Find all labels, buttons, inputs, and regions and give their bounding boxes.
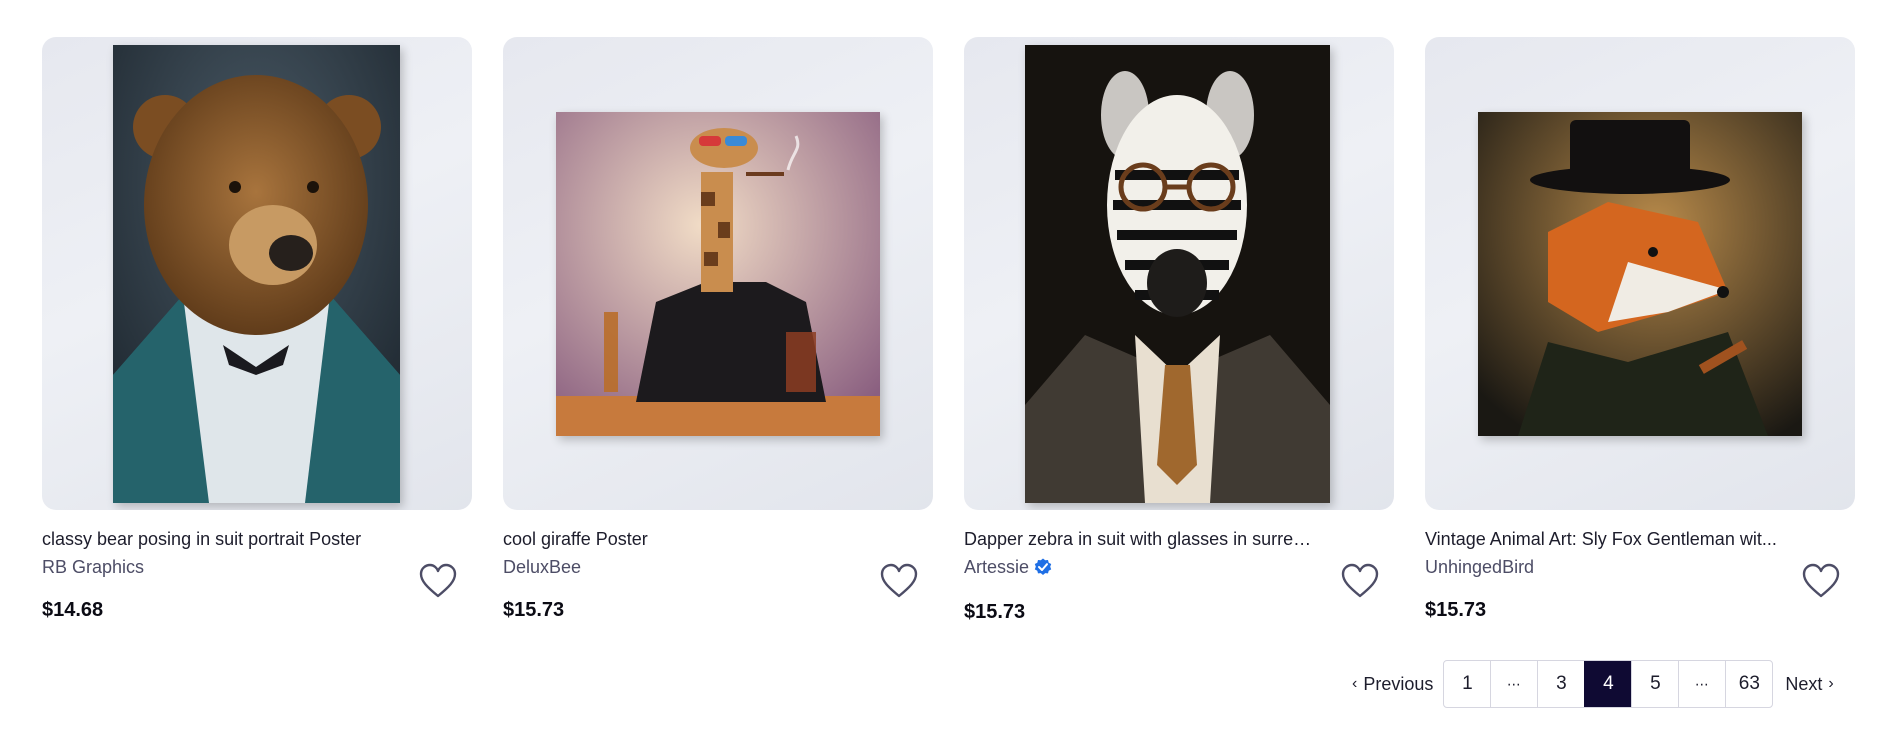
page-button-1[interactable]: 1 xyxy=(1444,661,1490,707)
page-ellipsis[interactable]: ⋯ xyxy=(1678,661,1725,707)
page-button-63[interactable]: 63 xyxy=(1725,661,1772,707)
product-title[interactable]: cool giraffe Poster xyxy=(503,528,855,550)
artist-name[interactable]: Artessie xyxy=(964,556,1052,578)
product-card[interactable]: cool giraffe Poster DeluxBee $15.73 xyxy=(503,37,933,621)
product-image-frame[interactable] xyxy=(964,37,1394,510)
bear-portrait-image xyxy=(113,45,400,503)
pagination: ‹ Previous 1 ⋯ 3 4 5 ⋯ 63 Next › xyxy=(1352,660,1834,708)
page-button-5[interactable]: 5 xyxy=(1631,661,1678,707)
product-title[interactable]: classy bear posing in suit portrait Post… xyxy=(42,528,394,550)
fox-portrait-image xyxy=(1478,112,1802,436)
product-image-frame[interactable] xyxy=(1425,37,1855,510)
verified-badge-icon xyxy=(1034,558,1052,576)
product-title[interactable]: Vintage Animal Art: Sly Fox Gentleman wi… xyxy=(1425,528,1777,550)
product-price: $15.73 xyxy=(964,601,1026,623)
product-card[interactable]: Vintage Animal Art: Sly Fox Gentleman wi… xyxy=(1425,37,1855,621)
product-price: $15.73 xyxy=(1425,599,1487,621)
chevron-left-icon: ‹ xyxy=(1352,675,1358,692)
artist-name[interactable]: DeluxBee xyxy=(503,556,581,578)
next-page-button[interactable]: Next › xyxy=(1773,660,1833,708)
product-card[interactable]: classy bear posing in suit portrait Post… xyxy=(42,37,472,621)
product-image-frame[interactable] xyxy=(503,37,933,510)
product-title[interactable]: Dapper zebra in suit with glasses in sur… xyxy=(964,528,1316,550)
favorite-heart-icon[interactable] xyxy=(1802,563,1840,599)
page-ellipsis[interactable]: ⋯ xyxy=(1490,661,1537,707)
previous-page-button[interactable]: ‹ Previous xyxy=(1352,660,1443,708)
chevron-right-icon: › xyxy=(1828,675,1834,692)
giraffe-portrait-image xyxy=(556,112,880,436)
zebra-portrait-image xyxy=(1025,45,1330,503)
product-grid: classy bear posing in suit portrait Post… xyxy=(0,0,1894,650)
favorite-heart-icon[interactable] xyxy=(880,563,918,599)
product-image-frame[interactable] xyxy=(42,37,472,510)
product-price: $15.73 xyxy=(503,599,565,621)
page-button-current[interactable]: 4 xyxy=(1584,661,1632,707)
artist-name[interactable]: UnhingedBird xyxy=(1425,556,1534,578)
product-card[interactable]: Dapper zebra in suit with glasses in sur… xyxy=(964,37,1394,623)
artist-name[interactable]: RB Graphics xyxy=(42,556,144,578)
favorite-heart-icon[interactable] xyxy=(419,563,457,599)
page-number-list: 1 ⋯ 3 4 5 ⋯ 63 xyxy=(1443,660,1774,708)
page-button-3[interactable]: 3 xyxy=(1537,661,1584,707)
favorite-heart-icon[interactable] xyxy=(1341,563,1379,599)
product-price: $14.68 xyxy=(42,599,104,621)
